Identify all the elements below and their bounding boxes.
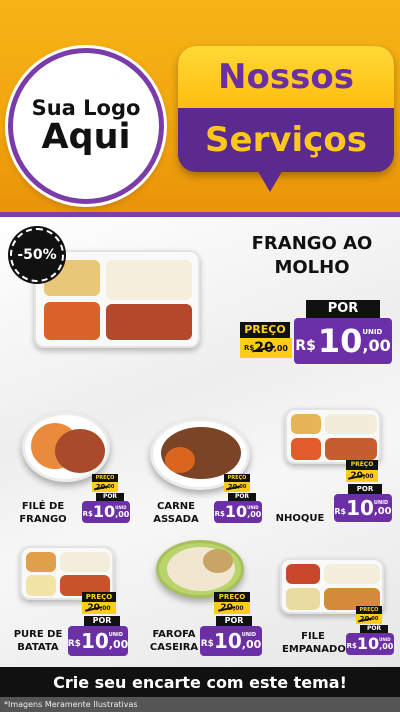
price-tag-file-empanado: PREÇO 20,00 POR R$ 10 UNID ,00	[346, 606, 394, 655]
price-tag-pure-de-batata: PREÇO 20,00 POR R$ 10 UNID ,00	[68, 592, 128, 656]
featured-price-tag: PREÇO R$ 20,00 POR R$ 10 UNID ,00	[238, 300, 394, 366]
banner-title-line1: Nossos	[218, 57, 354, 97]
product-name-pure-de-batata: PURE DE BATATA	[13, 629, 63, 653]
price-tag-farofa-caseira: PREÇO 20,00 POR R$ 10 UNID ,00	[200, 592, 262, 656]
price-tag-carne-assada: PREÇO 20,00 POR R$ 10 UNID ,00	[214, 474, 262, 523]
product-name-nhoque: NHOQUE	[275, 513, 325, 524]
banner-title-line2: Serviços	[205, 120, 367, 160]
create-flyer-button[interactable]: Crie seu encarte com este tema!	[0, 667, 400, 697]
logo-text-line2: Aqui	[41, 116, 131, 157]
speech-bubble-tail	[256, 168, 284, 192]
product-image-file-de-frango	[22, 412, 110, 482]
product-name-file-empanado: FILE EMPANADO	[282, 631, 346, 655]
price-tag-nhoque: PREÇO 20,00 POR R$ 10 UNID ,00	[334, 460, 392, 522]
new-price: R$ 10 UNID ,00	[294, 318, 392, 364]
product-name-carne-assada: CARNE ASSADA	[153, 501, 199, 525]
discount-badge: -50%	[10, 228, 64, 282]
product-name-farofa-caseira: FAROFA CASEIRA	[149, 629, 199, 653]
logo-placeholder[interactable]: Sua Logo Aqui	[8, 48, 164, 204]
product-image-nhoque	[285, 408, 381, 464]
por-label: POR	[306, 300, 380, 318]
disclaimer-text: *Imagens Meramente Ilustrativas	[0, 697, 400, 712]
product-name-file-de-frango: FILÉ DE FRANGO	[19, 501, 67, 525]
featured-product-name: FRANGO AO MOLHO	[251, 233, 373, 278]
logo-text-line1: Sua Logo	[31, 95, 141, 120]
preco-label: PREÇO	[240, 322, 290, 338]
old-price: R$ 20,00	[240, 338, 292, 358]
price-tag-file-de-frango: PREÇO 20,00 POR R$ 10 UNID ,00	[82, 474, 130, 523]
product-image-farofa-caseira	[156, 540, 244, 598]
services-banner: Nossos Serviços	[178, 46, 394, 172]
